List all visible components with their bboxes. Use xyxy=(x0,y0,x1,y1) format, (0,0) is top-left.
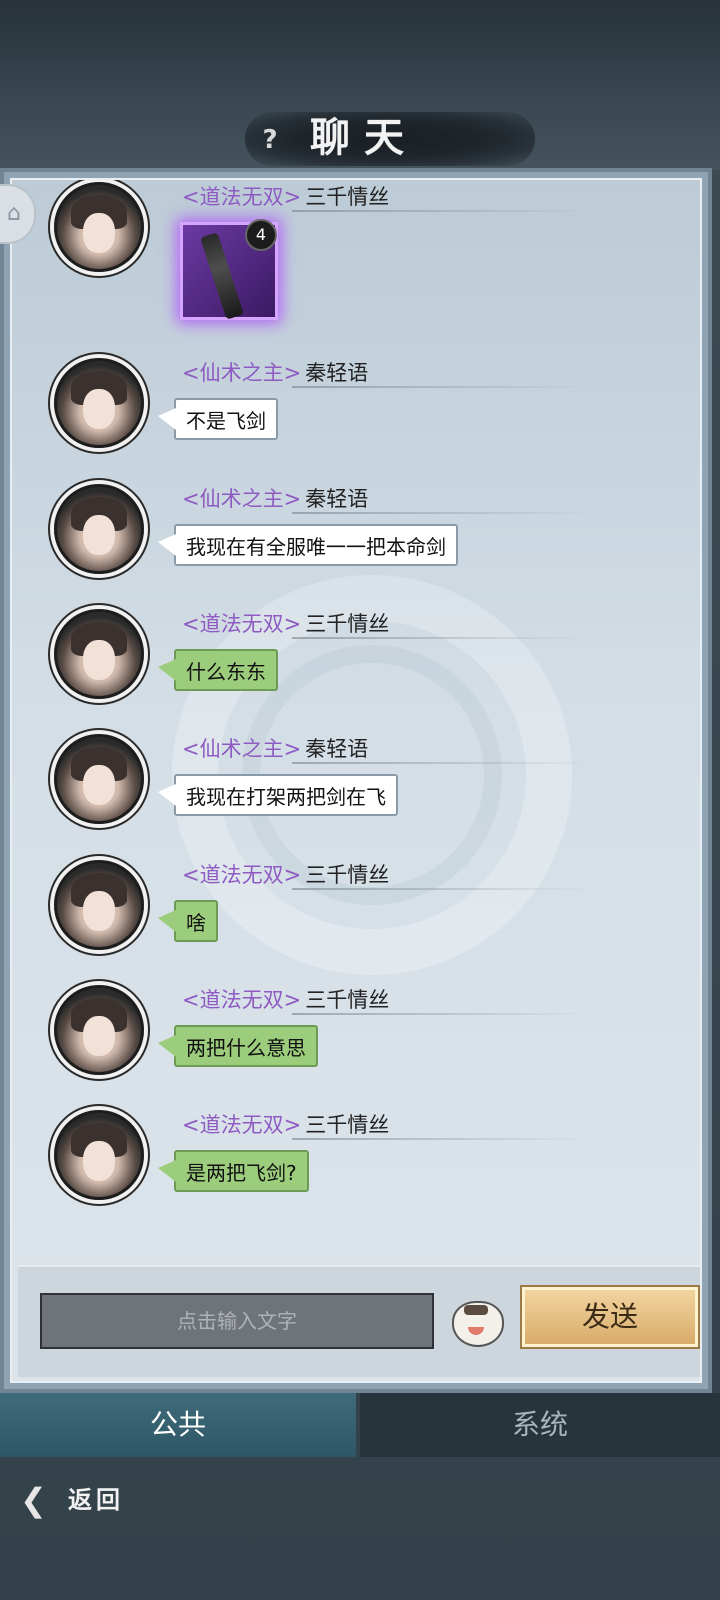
sender-name-row: <仙术之主> 秦轻语 xyxy=(182,734,593,764)
guild-name[interactable]: <仙术之主> xyxy=(182,361,301,385)
chat-message-list[interactable]: <道法无双> 三千情丝 4 <仙术之主> 秦轻语 不是飞剑 <仙术之主> 秦轻语 我现… xyxy=(10,178,702,1383)
guild-name[interactable]: <仙术之主> xyxy=(182,737,301,761)
guild-name[interactable]: <道法无双> xyxy=(182,612,301,636)
sender-name-row: <道法无双> 三千情丝 xyxy=(182,609,593,639)
guild-name[interactable]: <仙术之主> xyxy=(182,487,301,511)
question-mark-icon[interactable]: ? xyxy=(252,122,288,158)
avatar[interactable] xyxy=(54,860,144,950)
message-bubble[interactable]: 啥 xyxy=(158,900,218,942)
player-name[interactable]: 秦轻语 xyxy=(305,487,368,511)
avatar[interactable] xyxy=(54,609,144,699)
message-bubble[interactable]: 我现在打架两把剑在飞 xyxy=(158,774,398,816)
sender-name-row: <仙术之主> 秦轻语 xyxy=(182,358,593,388)
avatar[interactable] xyxy=(54,734,144,824)
guild-name[interactable]: <道法无双> xyxy=(182,863,301,887)
player-name[interactable]: 三千情丝 xyxy=(305,988,389,1012)
avatar[interactable] xyxy=(54,484,144,574)
sword-icon xyxy=(200,232,244,320)
top-bar: ? 聊天 xyxy=(0,0,720,170)
avatar[interactable] xyxy=(54,985,144,1075)
player-name[interactable]: 三千情丝 xyxy=(305,612,389,636)
tab-public[interactable]: 公共 xyxy=(0,1393,356,1457)
player-name[interactable]: 秦轻语 xyxy=(305,361,368,385)
back-arrow-icon: ❮ xyxy=(20,1481,47,1519)
avatar[interactable] xyxy=(54,1110,144,1200)
item-count-badge: 4 xyxy=(245,219,277,251)
player-name[interactable]: 三千情丝 xyxy=(305,185,389,209)
sender-name-row: <道法无双> 三千情丝 xyxy=(182,860,593,890)
channel-tabs: 公共 系统 xyxy=(0,1393,720,1457)
page-title: 聊天 xyxy=(310,114,418,161)
message-bubble[interactable]: 两把什么意思 xyxy=(158,1025,318,1067)
message-bubble[interactable]: 什么东东 xyxy=(158,649,278,691)
message-bubble[interactable]: 不是飞剑 xyxy=(158,398,278,440)
avatar[interactable] xyxy=(54,182,144,272)
guild-name[interactable]: <道法无双> xyxy=(182,185,301,209)
sword-item-icon[interactable]: 4 xyxy=(180,219,278,320)
player-name[interactable]: 三千情丝 xyxy=(305,1113,389,1137)
back-button[interactable]: ❮ 返回 xyxy=(20,1480,150,1520)
back-label: 返回 xyxy=(68,1485,124,1514)
sender-name-row: <道法无双> 三千情丝 xyxy=(182,1110,593,1140)
chat-input-bar: 点击输入文字 发送 xyxy=(18,1265,700,1377)
chat-input[interactable]: 点击输入文字 xyxy=(40,1293,434,1349)
guild-name[interactable]: <道法无双> xyxy=(182,1113,301,1137)
message-bubble[interactable]: 是两把飞剑? xyxy=(158,1150,309,1192)
player-name[interactable]: 秦轻语 xyxy=(305,737,368,761)
guild-name[interactable]: <道法无双> xyxy=(182,988,301,1012)
avatar[interactable] xyxy=(54,358,144,448)
tab-system[interactable]: 系统 xyxy=(360,1393,720,1457)
chat-panel: <道法无双> 三千情丝 4 <仙术之主> 秦轻语 不是飞剑 <仙术之主> 秦轻语 我现… xyxy=(0,168,712,1393)
player-name[interactable]: 三千情丝 xyxy=(305,863,389,887)
sender-name-row: <道法无双> 三千情丝 xyxy=(182,182,593,212)
sender-name-row: <仙术之主> 秦轻语 xyxy=(182,484,593,514)
sender-name-row: <道法无双> 三千情丝 xyxy=(182,985,593,1015)
send-button[interactable]: 发送 xyxy=(522,1287,698,1347)
message-bubble[interactable]: 我现在有全服唯一一把本命剑 xyxy=(158,524,458,566)
tiger-emoji-icon[interactable] xyxy=(450,1295,504,1347)
